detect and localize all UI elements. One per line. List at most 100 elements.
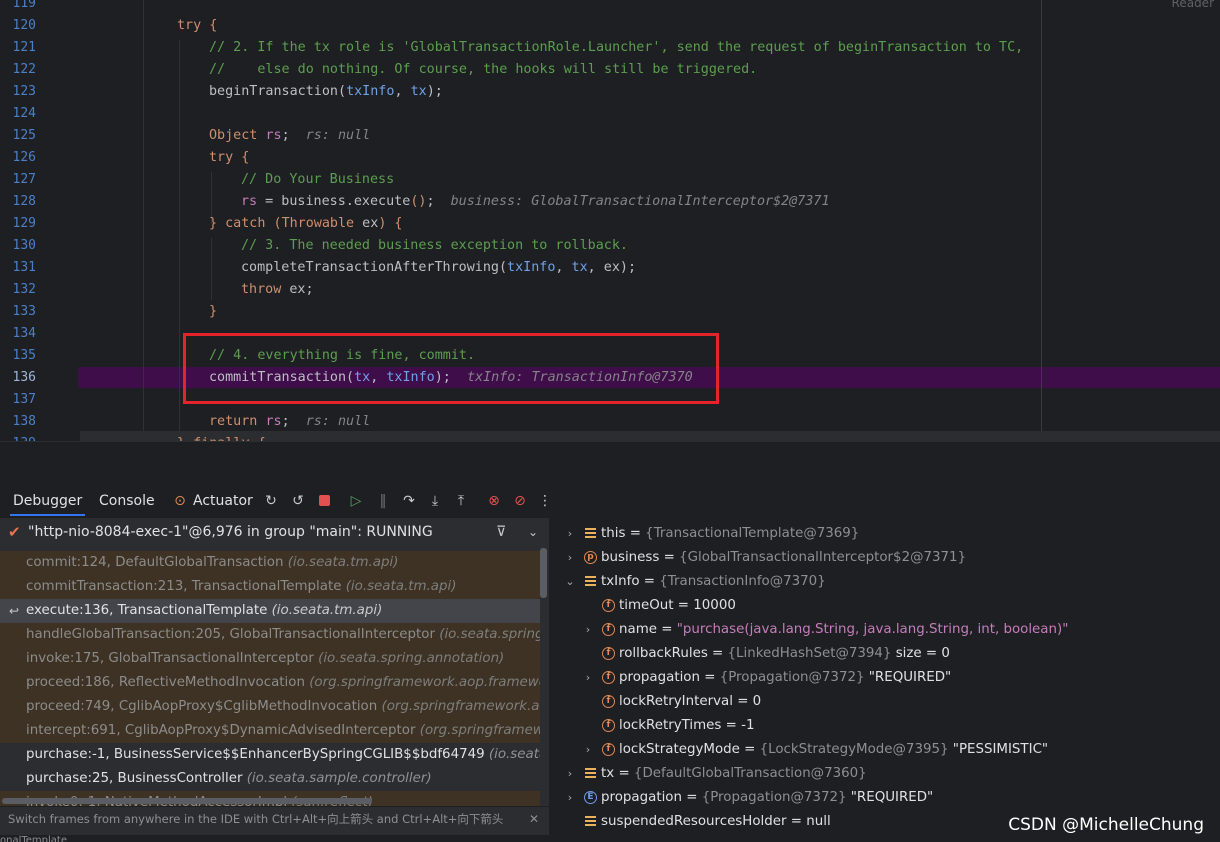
- code-line[interactable]: [209, 323, 1220, 345]
- code-line[interactable]: try {: [177, 15, 1220, 37]
- line-number[interactable]: 137: [0, 389, 36, 411]
- expand-icon[interactable]: ›: [564, 786, 576, 810]
- line-number[interactable]: 130: [0, 235, 36, 257]
- variable-row[interactable]: f timeOut = 10000: [550, 594, 1220, 618]
- tab-debugger[interactable]: Debugger: [9, 487, 86, 516]
- frames-vertical-scrollbar[interactable]: [540, 548, 547, 598]
- code-line[interactable]: Object rs; rs: null: [209, 125, 1220, 147]
- line-number[interactable]: 121: [0, 37, 36, 59]
- code-line[interactable]: } catch (Throwable ex) {: [209, 213, 1220, 235]
- variable-row[interactable]: › tx = {DefaultGlobalTransaction@7360}: [550, 762, 1220, 786]
- stack-frame[interactable]: proceed:186, ReflectiveMethodInvocation …: [0, 671, 540, 695]
- frames-horizontal-scrollbar[interactable]: [2, 798, 372, 804]
- tab-actuator[interactable]: Actuator: [193, 487, 253, 515]
- variable-row[interactable]: f rollbackRules = {LinkedHashSet@7394} si…: [550, 642, 1220, 666]
- line-number[interactable]: 122: [0, 59, 36, 81]
- line-number[interactable]: 135: [0, 345, 36, 367]
- pause-icon[interactable]: ‖: [375, 493, 391, 509]
- expand-icon[interactable]: ›: [564, 546, 576, 570]
- line-number[interactable]: 138: [0, 411, 36, 433]
- line-number[interactable]: 136: [0, 367, 36, 389]
- code-line[interactable]: // 2. If the tx role is 'GlobalTransacti…: [209, 37, 1220, 59]
- more-options-icon[interactable]: ⋮: [537, 493, 553, 509]
- rerun-icon[interactable]: ↻: [263, 493, 279, 509]
- line-number[interactable]: 129: [0, 213, 36, 235]
- stack-frame[interactable]: ↩ execute:136, TransactionalTemplate (io.…: [0, 599, 540, 623]
- variable-row[interactable]: › f lockStrategyMode = {LockStrategyMode@7…: [550, 738, 1220, 762]
- variable-row[interactable]: › p business = {GlobalTransactionalInterce…: [550, 546, 1220, 570]
- expand-icon[interactable]: ›: [564, 522, 576, 546]
- variable-row[interactable]: › f propagation = {Propagation@7372} "REQU…: [550, 666, 1220, 690]
- close-icon[interactable]: ✕: [529, 807, 539, 831]
- line-number[interactable]: 132: [0, 279, 36, 301]
- code-line[interactable]: // 4. everything is fine, commit.: [209, 345, 1220, 367]
- step-out-icon[interactable]: ⤒: [453, 493, 469, 509]
- stack-frame[interactable]: handleGlobalTransaction:205, GlobalTrans…: [0, 623, 540, 647]
- expand-icon[interactable]: ›: [564, 762, 576, 786]
- line-number[interactable]: 133: [0, 301, 36, 323]
- variables-panel[interactable]: › this = {TransactionalTemplate@7369} › p bu…: [550, 518, 1220, 842]
- expand-icon[interactable]: ›: [582, 618, 594, 642]
- code-line[interactable]: // 3. The needed business exception to r…: [241, 235, 1220, 257]
- stack-frame[interactable]: proceed:749, CglibAopProxy$CglibMethodIn…: [0, 695, 540, 719]
- variable-row[interactable]: › this = {TransactionalTemplate@7369}: [550, 522, 1220, 546]
- code-line[interactable]: // else do nothing. Of course, the hooks…: [209, 59, 1220, 81]
- expand-icon[interactable]: ›: [582, 666, 594, 690]
- tool-window-separator[interactable]: [0, 441, 1220, 488]
- line-number[interactable]: 127: [0, 169, 36, 191]
- step-over-icon[interactable]: ↷: [401, 493, 417, 509]
- frame-method: commit:124, DefaultGlobalTransaction: [26, 555, 288, 570]
- thread-selector[interactable]: ✔ "http-nio-8084-exec-1"@6,976 in group …: [0, 518, 549, 546]
- line-number[interactable]: 124: [0, 103, 36, 125]
- code-line[interactable]: // Do Your Business: [241, 169, 1220, 191]
- code-token: completeTransactionAfterThrowing(: [241, 260, 508, 275]
- restart-icon[interactable]: ↺: [290, 493, 306, 509]
- variable-value: -1: [741, 718, 755, 733]
- variable-row[interactable]: f lockRetryInterval = 0: [550, 690, 1220, 714]
- tab-console[interactable]: Console: [99, 487, 155, 515]
- filter-icon[interactable]: ⊽: [496, 518, 506, 546]
- line-number[interactable]: 126: [0, 147, 36, 169]
- line-number[interactable]: 128: [0, 191, 36, 213]
- stack-frame[interactable]: invoke:175, GlobalTransactionalIntercept…: [0, 647, 540, 671]
- line-number[interactable]: 134: [0, 323, 36, 345]
- resume-icon[interactable]: ▷: [348, 493, 364, 509]
- step-into-icon[interactable]: ⤓: [427, 493, 443, 509]
- code-line[interactable]: [209, 389, 1220, 411]
- line-number-gutter[interactable]: 119 120 121 122 123 124 125 126 127 128 129 130 131 1…: [0, 0, 78, 441]
- line-number[interactable]: 123: [0, 81, 36, 103]
- stack-frame[interactable]: purchase:25, BusinessController (io.seat…: [0, 767, 540, 791]
- code-line[interactable]: [209, 103, 1220, 125]
- view-breakpoints-icon[interactable]: ⊗: [486, 493, 502, 509]
- stack-frame[interactable]: intercept:691, CglibAopProxy$DynamicAdvi…: [0, 719, 540, 743]
- line-number[interactable]: 131: [0, 257, 36, 279]
- stop-icon[interactable]: [316, 493, 332, 509]
- code-line[interactable]: completeTransactionAfterThrowing(txInfo,…: [241, 257, 1220, 279]
- chevron-down-icon[interactable]: ⌄: [528, 518, 538, 546]
- line-number[interactable]: 125: [0, 125, 36, 147]
- stack-frame[interactable]: purchase:-1, BusinessService$$EnhancerBy…: [0, 743, 540, 767]
- code-line[interactable]: commitTransaction(tx, txInfo); txInfo: T…: [209, 367, 1220, 389]
- variable-row[interactable]: › f name = "purchase(java.lang.String, jav…: [550, 618, 1220, 642]
- collapse-icon[interactable]: ⌄: [564, 570, 576, 594]
- code-token: tx: [410, 84, 427, 99]
- line-number[interactable]: 139: [0, 433, 36, 441]
- stack-frame[interactable]: commitTransaction:213, TransactionalTemp…: [0, 575, 540, 599]
- stack-frame[interactable]: commit:124, DefaultGlobalTransaction (io…: [0, 551, 540, 575]
- variable-row[interactable]: ⌄ txInfo = {TransactionInfo@7370}: [550, 570, 1220, 594]
- code-line[interactable]: throw ex;: [241, 279, 1220, 301]
- code-line[interactable]: rs = business.execute(); business: Globa…: [241, 191, 1220, 213]
- mute-breakpoints-icon[interactable]: ⊘: [512, 493, 528, 509]
- variable-row[interactable]: f lockRetryTimes = -1: [550, 714, 1220, 738]
- line-number[interactable]: 120: [0, 15, 36, 37]
- variable-row[interactable]: › Epropagation = {Propagation@7372} "REQU…: [550, 786, 1220, 810]
- code-line[interactable]: return rs; rs: null: [209, 411, 1220, 433]
- code-line[interactable]: beginTransaction(txInfo, tx);: [209, 81, 1220, 103]
- expand-icon[interactable]: ›: [582, 738, 594, 762]
- code-editor[interactable]: 119 120 121 122 123 124 125 126 127 128 129 130 131 1…: [0, 0, 1220, 441]
- code-line[interactable]: try {: [209, 147, 1220, 169]
- code-line[interactable]: [0, 0, 1220, 15]
- frame-method: intercept:691, CglibAopProxy$DynamicAdvi…: [26, 723, 420, 738]
- code-line[interactable]: } finally {: [177, 433, 1220, 441]
- code-line[interactable]: }: [209, 301, 1220, 323]
